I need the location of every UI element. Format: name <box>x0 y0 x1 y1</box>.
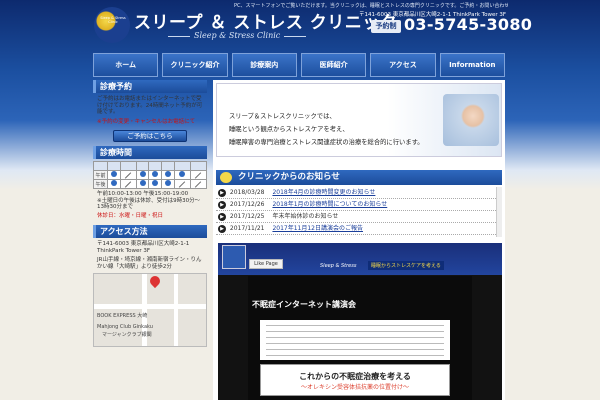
open-dot <box>139 171 146 177</box>
open-dot <box>164 180 171 186</box>
moon-icon <box>220 172 232 183</box>
open-dot <box>110 171 117 177</box>
closed-slash <box>178 181 186 188</box>
sleeping-woman-image <box>443 94 499 146</box>
news-item[interactable]: ▶ 2017/11/21 2017年11月12日講演会のご報告 <box>216 223 502 235</box>
reserve-button[interactable]: ご予約はこちら <box>113 130 187 142</box>
nav-information[interactable]: Information <box>439 53 505 77</box>
post-banner: これからの不眠症治療を考える 〜オレキシン受容体拮抗薬の位置付け〜 <box>260 364 450 396</box>
access-map[interactable]: BOOK EXPRESS 大崎 Mahjong Club Ginkaku マージ… <box>93 273 207 347</box>
open-dot <box>152 180 159 186</box>
news-item[interactable]: ▶ 2017/12/25 年末年始休診のお知らせ <box>216 211 502 223</box>
hours-row-label: 午後 <box>93 179 108 189</box>
news-title[interactable]: 2018年1月の診療時間についてのお知らせ <box>272 201 387 208</box>
hours-row-label: 午前 <box>93 170 108 180</box>
moon-logo-icon: Sleep & Stress Clinic <box>94 7 130 43</box>
like-page-button[interactable]: Like Page <box>249 259 283 269</box>
intro-banner: スリープ＆ストレスクリニックでは、 睡眠という観点からストレスケアを考え、 睡眠… <box>216 83 502 157</box>
facebook-cover: Like Page Sleep & Stress 睡眠からストレスケアを考える <box>218 243 502 275</box>
reservation-text: ご予約はお電話またはインターネットで受け付けております。24時間ネット予約が可能… <box>97 96 203 115</box>
post-title: 不眠症インターネット講演会 <box>252 300 356 309</box>
map-label: BOOK EXPRESS 大崎 <box>97 313 148 319</box>
hours-row-morning: 午前 <box>93 170 208 180</box>
closed-days: 休診日：水曜・日曜・祝日 <box>97 212 164 219</box>
arrow-right-icon: ▶ <box>218 200 226 209</box>
reservation-badge: 予約制 <box>371 20 401 33</box>
arrow-right-icon: ▶ <box>218 212 226 221</box>
nav-home[interactable]: ホーム <box>93 53 159 77</box>
hours-note: ※土曜日の午後は休診、受付は9時30分〜13時30分まで <box>97 197 201 211</box>
closed-slash <box>195 181 202 188</box>
access-heading: アクセス方法 <box>93 225 207 238</box>
news-scrollbar[interactable] <box>496 187 502 237</box>
sidebar: 診療予約 ご予約はお電話またはインターネットで受け付けております。24時間ネット… <box>93 80 208 347</box>
facebook-widget: Like Page Sleep & Stress 睡眠からストレスケアを考える … <box>218 243 502 400</box>
news-title[interactable]: 年末年始休診のお知らせ <box>272 213 338 220</box>
open-dot <box>139 180 146 186</box>
phone-number[interactable]: 03-5745-3080 <box>404 15 532 34</box>
header-notice: PC、スマートフォンでご覧いただけます。当クリニックは、睡眠とストレスの専門クリ… <box>234 3 508 9</box>
open-dot <box>164 171 171 177</box>
open-dot <box>179 171 186 177</box>
open-dot <box>110 180 117 186</box>
closed-slash <box>195 172 202 179</box>
post-body <box>260 320 450 360</box>
map-label: Mahjong Club Ginkaku <box>97 324 153 330</box>
news-date: 2018/03/28 <box>229 189 265 196</box>
banner-line: 睡眠という観点からストレスケアを考え、 <box>229 126 349 133</box>
news-heading-text: クリニックからのお知らせ <box>238 172 340 182</box>
news-list: ▶ 2018/03/28 2018年4月の診療時間変更のお知らせ ▶ 2017/… <box>216 187 502 237</box>
page-avatar[interactable] <box>222 245 246 269</box>
reservation-heading: 診療予約 <box>93 80 207 93</box>
map-label: マージャンクラブ銀閣 <box>102 332 152 338</box>
news-title[interactable]: 2017年11月12日講演会のご報告 <box>272 225 363 232</box>
news-item[interactable]: ▶ 2017/12/26 2018年1月の診療時間についてのお知らせ <box>216 199 502 211</box>
news-date: 2017/12/25 <box>229 213 265 220</box>
nav-clinic[interactable]: クリニック紹介 <box>162 53 228 77</box>
map-road <box>94 304 206 309</box>
facebook-post[interactable]: 不眠症インターネット講演会 これからの不眠症治療を考える 〜オレキシン受容体拮抗… <box>248 276 472 400</box>
facebook-tagline: 睡眠からストレスケアを考える <box>368 261 444 270</box>
facebook-brand: Sleep & Stress <box>320 263 357 269</box>
logo-badge-text: Sleep & Stress Clinic <box>100 16 126 24</box>
reservation-note: ※予約の変更・キャンセルはお電話にて <box>97 118 196 125</box>
news-title[interactable]: 2018年4月の診療時間変更のお知らせ <box>272 189 375 196</box>
clinic-name-ja: スリープ ＆ ストレス クリニック <box>134 13 398 33</box>
open-dot <box>152 171 159 177</box>
map-road <box>174 274 178 346</box>
nav-services[interactable]: 診療案内 <box>231 53 297 77</box>
news-heading: クリニックからのお知らせ <box>216 170 502 185</box>
news-date: 2017/11/21 <box>229 225 265 232</box>
closed-slash <box>125 172 132 179</box>
arrow-right-icon: ▶ <box>218 188 226 197</box>
nav-access[interactable]: アクセス <box>370 53 436 77</box>
post-banner-subtitle: 〜オレキシン受容体拮抗薬の位置付け〜 <box>300 384 409 391</box>
access-address-line-1: 〒141-6003 東京都品川区大崎2-1-1 <box>97 241 190 247</box>
main-nav: ホーム クリニック紹介 診療案内 医師紹介 アクセス Information <box>93 53 505 77</box>
site-header: Sleep & Stress Clinic スリープ ＆ ストレス クリニック … <box>0 0 600 50</box>
banner-line: スリープ＆ストレスクリニックでは、 <box>229 113 336 120</box>
arrow-right-icon: ▶ <box>218 224 226 233</box>
post-banner-title: これからの不眠症治療を考える <box>299 372 411 381</box>
map-pin-icon <box>147 274 163 289</box>
hours-heading: 診療時間 <box>93 146 207 159</box>
main-content: スリープ＆ストレスクリニックでは、 睡眠という観点からストレスケアを考え、 睡眠… <box>213 80 505 400</box>
access-address: 〒141-6003 東京都品川区大崎2-1-1 ThinkPark Tower … <box>93 238 207 254</box>
hours-header-row <box>93 161 208 171</box>
banner-line: 睡眠障害の専門治療とストレス関連症状の治療を総合的に行います。 <box>229 139 424 146</box>
hours-row-afternoon: 午後 <box>93 179 208 189</box>
news-item[interactable]: ▶ 2018/03/28 2018年4月の診療時間変更のお知らせ <box>216 187 502 199</box>
access-directions: JR山手線・埼京線・湘南新宿ライン・りんかい線「大崎駅」より徒歩2分 <box>97 257 202 270</box>
news-date: 2017/12/26 <box>229 201 265 208</box>
clinic-name-en: Sleep & Stress Clinic <box>164 31 310 40</box>
banner-text: スリープ＆ストレスクリニックでは、 睡眠という観点からストレスケアを考え、 睡眠… <box>229 110 424 149</box>
closed-slash <box>125 181 132 188</box>
hours-table: 午前 午後 <box>93 161 208 189</box>
nav-doctors[interactable]: 医師紹介 <box>300 53 367 77</box>
clinic-logo[interactable]: Sleep & Stress Clinic スリープ ＆ ストレス クリニック … <box>94 7 397 45</box>
